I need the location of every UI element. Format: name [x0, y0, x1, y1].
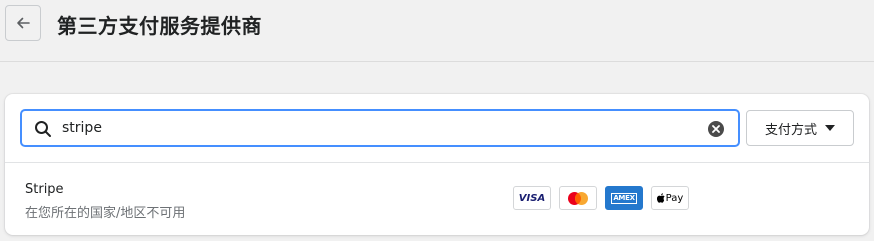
search-icon [35, 121, 51, 137]
clear-icon[interactable] [707, 120, 725, 138]
arrow-left-icon [17, 17, 30, 29]
apple-pay-icon: Pay [651, 186, 689, 210]
search-field[interactable] [20, 109, 740, 147]
payment-method-filter-button[interactable]: 支付方式 [746, 110, 854, 146]
provider-status: 在您所在的国家/地区不可用 [25, 206, 186, 221]
visa-icon: VISA [513, 186, 551, 210]
page-header: 第三方支付服务提供商 [0, 0, 874, 62]
provider-search-card: 支付方式 Stripe 在您所在的国家/地区不可用 VISA AMEX [5, 94, 869, 235]
filter-label: 支付方式 [764, 122, 817, 138]
amex-icon: AMEX [605, 186, 643, 210]
divider [5, 162, 869, 163]
provider-name[interactable]: Stripe [25, 182, 64, 197]
search-input[interactable] [62, 116, 662, 140]
apple-logo-icon [656, 193, 665, 203]
mastercard-icon [559, 186, 597, 210]
page-title: 第三方支付服务提供商 [57, 14, 262, 38]
caret-down-icon [825, 125, 835, 131]
payment-methods-list: VISA AMEX Pay [513, 186, 689, 210]
back-button[interactable] [5, 5, 41, 41]
